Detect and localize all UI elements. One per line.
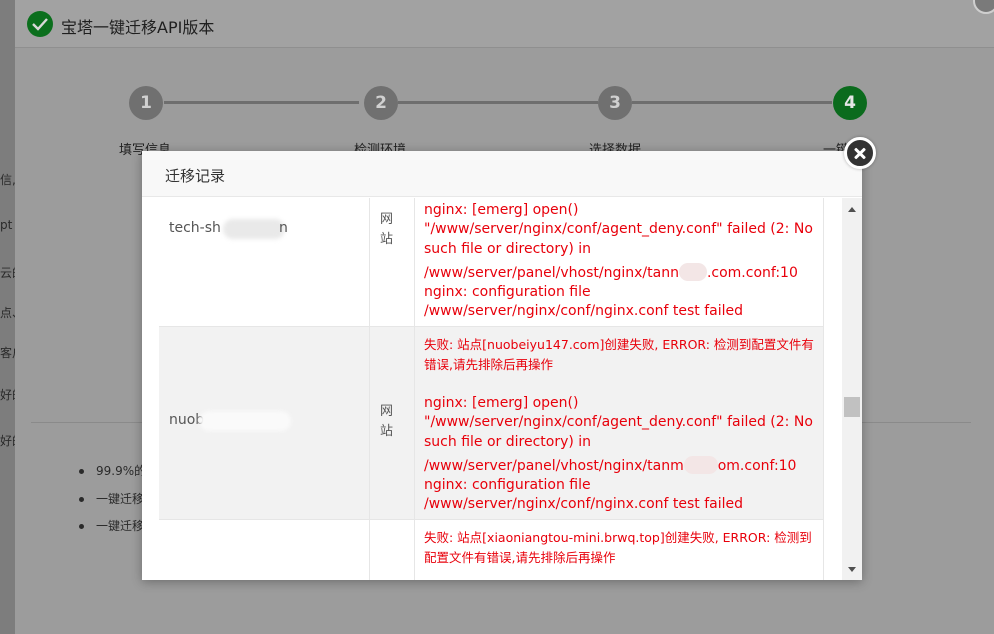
site-name-cell: nuob (159, 327, 369, 519)
error-message: nginx: [emerg] open() "/www/server/nginx… (424, 394, 819, 515)
scroll-down-arrow-icon[interactable] (848, 567, 856, 572)
strip-text: pt (0, 218, 13, 232)
failure-summary: 失败: 站点[xiaoniangtou-mini.brwq.top]创建失败, … (424, 530, 812, 565)
strip-text: 信, (0, 173, 16, 187)
scroll-up-arrow-icon[interactable] (848, 207, 856, 212)
step-2-circle: 2 (364, 86, 398, 120)
check-circle-icon (27, 11, 53, 37)
background-page-strip: 信, pt 云的 点、 客户 好的 好的 (0, 0, 24, 634)
table-row: tech-sh n 网站 nginx: [emerg] open() "/www… (159, 198, 824, 327)
message-cell: 失败: 站点[xiaoniangtou-mini.brwq.top]创建失败, … (414, 520, 824, 580)
log-table-scroll[interactable]: tech-sh n 网站 nginx: [emerg] open() "/www… (142, 198, 862, 580)
step-3-circle: 3 (598, 86, 632, 120)
step-4-circle: 4 (833, 86, 867, 120)
site-name-cell (159, 520, 369, 580)
type-cell (369, 520, 414, 580)
tip-item: 一键迁移 (79, 517, 144, 534)
migration-dialog-header: 宝塔一键迁移API版本 (15, 0, 994, 48)
type-label: 网站 (380, 212, 394, 247)
modal-header: 迁移记录 (142, 151, 862, 197)
tip-item: 一键迁移 (79, 490, 144, 507)
scrollbar-thumb[interactable] (844, 397, 860, 417)
close-icon[interactable] (844, 137, 876, 169)
type-label: 网站 (380, 404, 394, 439)
step-connector (398, 101, 598, 104)
step-connector (632, 101, 832, 104)
site-name: tech-sh (169, 220, 221, 236)
step-connector (164, 101, 359, 104)
redaction (199, 411, 291, 431)
failure-summary: 失败: 站点[nuobeiyu147.com]创建失败, ERROR: 检测到配… (424, 337, 814, 372)
vertical-scrollbar[interactable] (842, 198, 862, 580)
redaction (683, 455, 718, 474)
message-line: nginx: configuration file /www/server/ng… (424, 284, 744, 320)
error-message: nginx: [emerg] open() "/www/server/nginx… (424, 201, 819, 322)
modal-title: 迁移记录 (165, 167, 226, 185)
site-name-cell: tech-sh n (159, 198, 369, 326)
type-cell: 网站 (369, 327, 414, 519)
redaction (223, 219, 285, 239)
message-line: om.conf:10 (717, 457, 797, 474)
migration-log-modal: 迁移记录 tech-sh n 网站 nginx: [emerg] open() … (142, 151, 862, 580)
migration-dialog-title: 宝塔一键迁移API版本 (61, 18, 215, 37)
step-1-circle: 1 (129, 86, 163, 120)
tip-item: 99.9%的 (79, 462, 146, 479)
table-row: 失败: 站点[xiaoniangtou-mini.brwq.top]创建失败, … (159, 520, 824, 580)
message-cell: 失败: 站点[nuobeiyu147.com]创建失败, ERROR: 检测到配… (414, 327, 824, 519)
type-cell: 网站 (369, 198, 414, 326)
redaction (678, 262, 707, 281)
message-cell: nginx: [emerg] open() "/www/server/nginx… (414, 198, 824, 326)
message-line: nginx: configuration file /www/server/ng… (424, 477, 744, 513)
site-name-tail: n (279, 220, 288, 236)
table-row: nuob 网站 失败: 站点[nuobeiyu147.com]创建失败, ERR… (159, 327, 824, 520)
message-line: .com.conf:10 (706, 264, 798, 281)
